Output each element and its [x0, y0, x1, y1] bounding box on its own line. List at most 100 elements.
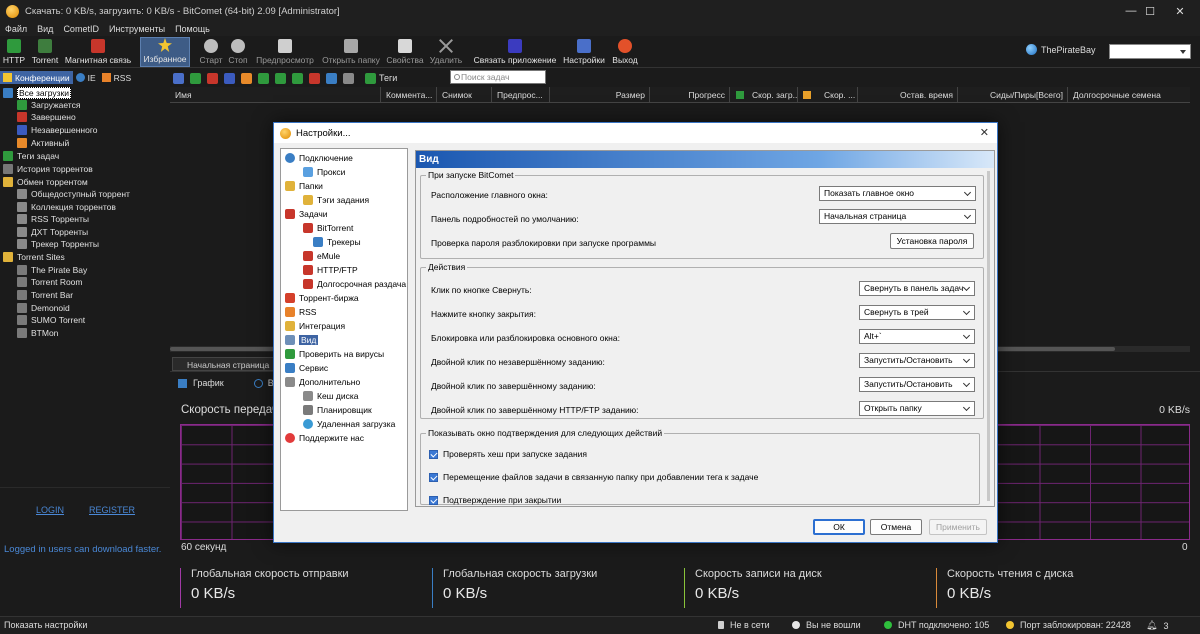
close-action-select[interactable]: Свернуть в трей [859, 305, 975, 320]
menu-tools[interactable]: Инструменты [104, 24, 170, 34]
nav-proxy[interactable]: Прокси [303, 166, 345, 178]
tags-button[interactable]: Теги [379, 73, 397, 83]
settings-button[interactable]: Настройки [561, 37, 607, 67]
apply-button[interactable]: Применить [929, 519, 987, 535]
col-name[interactable]: Имя [170, 87, 381, 103]
tree-btmon[interactable]: BTMon [17, 327, 58, 339]
nav-connection[interactable]: Подключение [285, 152, 353, 164]
tree-bar[interactable]: Torrent Bar [17, 289, 73, 301]
tab-ie[interactable]: IE [73, 71, 99, 84]
tree-all-downloads[interactable]: Все загрузки [3, 87, 71, 99]
tree-dht[interactable]: ДХТ Торренты [17, 226, 88, 238]
nav-trackers[interactable]: Трекеры [313, 236, 361, 248]
login-link[interactable]: LOGIN [36, 505, 64, 515]
lock-hotkey-select[interactable]: Alt+` [859, 329, 975, 344]
http-button[interactable]: HTTP [3, 37, 25, 67]
tag-icon[interactable] [365, 72, 376, 84]
nav-long-term[interactable]: Долгосрочная раздача [303, 278, 406, 290]
notifications[interactable]: 🔔︎ 3 [1146, 620, 1168, 631]
tree-exchange[interactable]: Обмен торрентом [3, 176, 88, 188]
torrent-green-icon[interactable] [292, 72, 303, 84]
tab-rss[interactable]: RSS [99, 71, 134, 84]
tab-conferences[interactable]: Конференции [0, 71, 73, 84]
tree-demonoid[interactable]: Demonoid [17, 302, 70, 314]
ok-button[interactable]: ОК [813, 519, 865, 535]
magnet-icon[interactable] [309, 72, 320, 84]
tree-sumo[interactable]: SUMO Torrent [17, 314, 85, 326]
col-time-left[interactable]: Остав. время [858, 87, 958, 103]
tree-history[interactable]: История торрентов [3, 163, 93, 175]
tree-tracker[interactable]: Трекер Торренты [17, 238, 99, 250]
updown-arrows-icon[interactable] [241, 72, 252, 84]
open-folder-button[interactable]: Открыть папку [320, 37, 382, 67]
col-snapshot[interactable]: Снимок [437, 87, 492, 103]
col-seeds-peers[interactable]: Сиды/Пиры[Всего] [958, 87, 1068, 103]
exit-button[interactable]: Выход [611, 37, 639, 67]
confirm-close-checkbox[interactable]: Подтверждение при закрытии [429, 495, 561, 505]
emule-icon[interactable] [326, 72, 337, 84]
filter-icon[interactable] [343, 72, 354, 84]
menu-help[interactable]: Помощь [170, 24, 215, 34]
tree-collection[interactable]: Коллекция торрентов [17, 201, 116, 213]
list-view-icon[interactable] [173, 72, 184, 84]
nav-scheduler[interactable]: Планировщик [303, 404, 372, 416]
col-preview[interactable]: Предпрос... [492, 87, 550, 103]
nav-tag-tasks[interactable]: Тэги задания [303, 194, 369, 206]
nav-tasks[interactable]: Задачи [285, 208, 328, 220]
arrow-down-icon[interactable] [190, 72, 201, 84]
nav-rss[interactable]: RSS [285, 306, 316, 318]
nav-http-ftp[interactable]: HTTP/FTP [303, 264, 358, 276]
nav-advanced[interactable]: Дополнительно [285, 376, 360, 388]
graph-tab[interactable]: График [193, 378, 224, 388]
confirm-move-checkbox[interactable]: Перемещение файлов задачи в связанную па… [429, 472, 758, 482]
tree-sites[interactable]: Torrent Sites [3, 251, 65, 263]
nav-exchange[interactable]: Торрент-биржа [285, 292, 359, 304]
tree-tags[interactable]: Теги задач [3, 150, 59, 162]
dialog-close-button[interactable]: ✕ [980, 126, 989, 139]
details-panel-select[interactable]: Начальная страница [819, 209, 976, 224]
preview-button[interactable]: Предпросмотр [254, 37, 316, 67]
nav-virus[interactable]: Проверить на вирусы [285, 348, 384, 360]
menu-view[interactable]: Вид [32, 24, 58, 34]
torrent-green-icon[interactable] [275, 72, 286, 84]
tree-rss[interactable]: RSS Торренты [17, 213, 89, 225]
col-progress[interactable]: Прогресс [650, 87, 730, 103]
delete-button[interactable]: Удалить [428, 37, 464, 67]
nav-support[interactable]: Поддержите нас [285, 432, 364, 444]
nav-integration[interactable]: Интеграция [285, 320, 345, 332]
tree-completed[interactable]: Завершено [17, 111, 76, 123]
nav-folders[interactable]: Папки [285, 180, 323, 192]
magnet-button[interactable]: Магнитная связь [64, 37, 132, 67]
confirm-hash-checkbox[interactable]: Проверять хеш при запуске задания [429, 449, 587, 459]
torrent-button[interactable]: Torrent [30, 37, 60, 67]
incomplete-icon[interactable] [224, 72, 235, 84]
col-comment[interactable]: Коммента... [381, 87, 437, 103]
nav-view[interactable]: Вид [285, 334, 319, 346]
tree-piratebay[interactable]: The Pirate Bay [17, 264, 87, 276]
nav-disk-cache[interactable]: Кеш диска [303, 390, 358, 402]
menu-cometid[interactable]: CometID [58, 24, 104, 34]
site-search-dropdown[interactable] [1109, 44, 1191, 59]
site-selector[interactable]: ThePirateBay [1026, 44, 1096, 55]
link-app-button[interactable]: Связать приложение [472, 37, 558, 67]
menu-file[interactable]: Файл [0, 24, 32, 34]
check-icon[interactable] [207, 72, 218, 84]
tree-room[interactable]: Torrent Room [17, 276, 83, 288]
register-link[interactable]: REGISTER [89, 505, 135, 515]
tab-start-page[interactable]: Начальная страница [172, 357, 277, 371]
nav-bittorrent[interactable]: BitTorrent [303, 222, 353, 234]
nav-service[interactable]: Сервис [285, 362, 328, 374]
close-button[interactable]: ✕ [1160, 0, 1200, 22]
stop-button[interactable]: Стоп [227, 37, 249, 67]
main-window-select[interactable]: Показать главное окно [819, 186, 976, 201]
tree-active[interactable]: Активный [17, 137, 69, 149]
tree-incomplete[interactable]: Незавершенного [17, 124, 97, 136]
tree-downloading[interactable]: Загружается [17, 99, 80, 111]
tree-public[interactable]: Общедоступный торрент [17, 188, 130, 200]
properties-button[interactable]: Свойства [385, 37, 425, 67]
dblclick-incomplete-select[interactable]: Запустить/Остановить [859, 353, 975, 368]
start-button[interactable]: Старт [198, 37, 224, 67]
task-search-input[interactable]: Поиск задач [450, 70, 546, 84]
minimize-action-select[interactable]: Свернуть в панель задач [859, 281, 975, 296]
logged-in-note[interactable]: Logged in users can download faster. [4, 544, 161, 555]
